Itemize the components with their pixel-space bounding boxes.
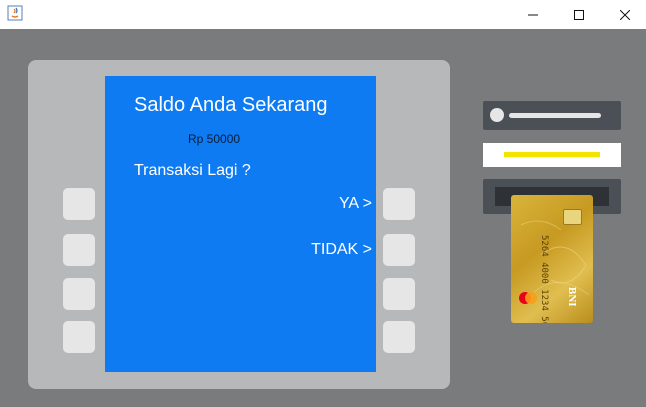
card-brand-logo: BNI xyxy=(566,287,578,307)
bank-card[interactable]: 5264 4000 1234 5678 BNI xyxy=(511,195,593,323)
right-button-ya[interactable] xyxy=(383,188,415,220)
receipt-opening xyxy=(509,113,601,118)
left-button-2[interactable] xyxy=(63,234,95,266)
atm-screen: Saldo Anda Sekarang Rp 50000 Transaksi L… xyxy=(105,76,376,372)
minimize-icon xyxy=(528,14,538,15)
right-button-3[interactable] xyxy=(383,278,415,310)
close-icon xyxy=(620,9,630,20)
close-button[interactable] xyxy=(602,0,646,29)
maximize-button[interactable] xyxy=(556,0,602,29)
java-icon xyxy=(7,5,23,21)
screen-title: Saldo Anda Sekarang xyxy=(134,94,328,116)
right-button-tidak[interactable] xyxy=(383,234,415,266)
title-bar xyxy=(0,0,646,29)
left-button-1[interactable] xyxy=(63,188,95,220)
cash-dispenser-slot xyxy=(483,143,621,167)
card-number: 5264 4000 1234 5678 xyxy=(539,235,549,323)
right-button-4[interactable] xyxy=(383,321,415,353)
minimize-button[interactable] xyxy=(510,0,556,29)
card-chip-icon xyxy=(563,209,582,225)
cash-dispenser-light xyxy=(504,152,600,157)
left-button-3[interactable] xyxy=(63,278,95,310)
left-button-4[interactable] xyxy=(63,321,95,353)
atm-window-content: Saldo Anda Sekarang Rp 50000 Transaksi L… xyxy=(0,29,646,407)
maximize-icon xyxy=(574,9,584,20)
receipt-indicator-icon xyxy=(490,108,504,122)
balance-value: Rp 50000 xyxy=(188,132,241,146)
option-yes[interactable]: YA > xyxy=(339,195,372,213)
receipt-slot xyxy=(483,101,621,130)
mastercard-logo-icon xyxy=(519,292,537,304)
transaction-question: Transaksi Lagi ? xyxy=(134,162,251,179)
option-no[interactable]: TIDAK > xyxy=(311,241,372,259)
